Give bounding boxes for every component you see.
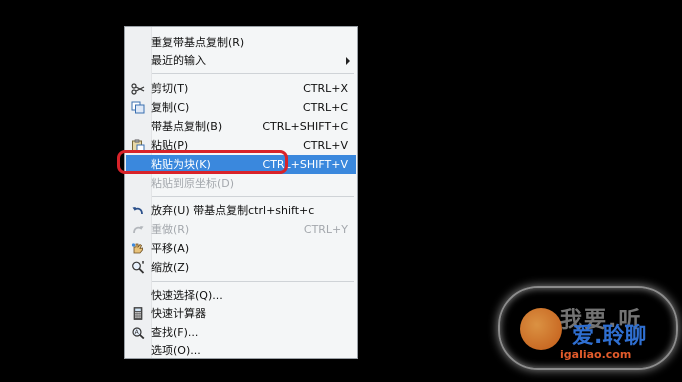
menu-item-options[interactable]: 选项(O)... bbox=[126, 341, 356, 360]
menu-item-shortcut: CTRL+C bbox=[302, 101, 348, 114]
menu-item-label: 平移(A) bbox=[151, 242, 190, 255]
menu-separator bbox=[152, 281, 354, 282]
menu-item-undo[interactable]: 放弃(U) 带基点复制ctrl+shift+c bbox=[126, 201, 356, 220]
menu-item-paste-to-original-coordinates[interactable]: 粘贴到原坐标(D) bbox=[126, 174, 356, 193]
watermark-url: igaliao.com bbox=[560, 348, 632, 361]
menu-item-shortcut: CTRL+X bbox=[303, 82, 348, 95]
menu-item-label: 复制(C) bbox=[151, 101, 190, 114]
menu-item-label: 剪切(T) bbox=[151, 82, 189, 95]
menu-item-label: 粘贴到原坐标(D) bbox=[151, 177, 235, 190]
calculator-icon bbox=[133, 307, 143, 320]
menu-item-redo[interactable]: 重做(R) CTRL+Y bbox=[126, 220, 356, 239]
menu-item-label: 缩放(Z) bbox=[151, 261, 190, 274]
menu-item-find[interactable]: A 查找(F)... bbox=[126, 323, 356, 342]
menu-separator bbox=[152, 196, 354, 197]
menu-item-pan[interactable]: 平移(A) bbox=[126, 239, 356, 258]
menu-separator bbox=[152, 73, 354, 74]
menu-item-zoom[interactable]: 缩放(Z) bbox=[126, 258, 356, 277]
menu-item-label: 查找(F)... bbox=[151, 326, 199, 339]
watermark-logo bbox=[520, 308, 562, 350]
menu-item-label: 快速计算器 bbox=[151, 307, 206, 320]
menu-item-shortcut: CTRL+Y bbox=[303, 223, 348, 236]
menu-item-label: 放弃(U) 带基点复制ctrl+shift+c bbox=[151, 204, 315, 217]
menu-item-repeat-copy-with-base-point[interactable]: 重复带基点复制(R) bbox=[126, 33, 356, 52]
menu-item-recent-input[interactable]: 最近的输入 bbox=[126, 51, 356, 70]
menu-item-copy-with-base-point[interactable]: 带基点复制(B) CTRL+SHIFT+C bbox=[126, 117, 356, 136]
menu-item-label: 最近的输入 bbox=[151, 54, 206, 67]
menu-item-shortcut: CTRL+V bbox=[303, 139, 348, 152]
menu-item-quick-select[interactable]: 快速选择(Q)... bbox=[126, 286, 356, 305]
menu-item-label: 选项(O)... bbox=[151, 344, 201, 357]
menu-item-quick-calculator[interactable]: 快速计算器 bbox=[126, 304, 356, 323]
menu-item-label: 快速选择(Q)... bbox=[151, 289, 223, 302]
find-icon: A bbox=[132, 327, 145, 339]
undo-icon bbox=[132, 207, 143, 215]
menu-item-cut[interactable]: 剪切(T) CTRL+X bbox=[126, 79, 356, 98]
zoom-icon bbox=[132, 261, 145, 274]
menu-item-shortcut: CTRL+SHIFT+C bbox=[262, 120, 348, 133]
watermark-brand: 爱.聆聊 bbox=[572, 324, 647, 349]
pan-icon bbox=[131, 243, 143, 254]
redo-icon bbox=[133, 226, 144, 234]
annotation-highlight-box bbox=[117, 150, 288, 174]
menu-item-label: 重做(R) bbox=[151, 223, 190, 236]
menu-item-label: 重复带基点复制(R) bbox=[151, 36, 245, 49]
copy-icon bbox=[131, 101, 145, 114]
menu-item-copy[interactable]: 复制(C) CTRL+C bbox=[126, 98, 356, 117]
submenu-arrow-icon bbox=[346, 57, 350, 65]
menu-item-label: 带基点复制(B) bbox=[151, 120, 223, 133]
scissors-icon bbox=[131, 83, 145, 95]
context-menu: 重复带基点复制(R) 最近的输入 剪切(T) CTRL+X 复制(C) CTRL… bbox=[124, 26, 358, 359]
